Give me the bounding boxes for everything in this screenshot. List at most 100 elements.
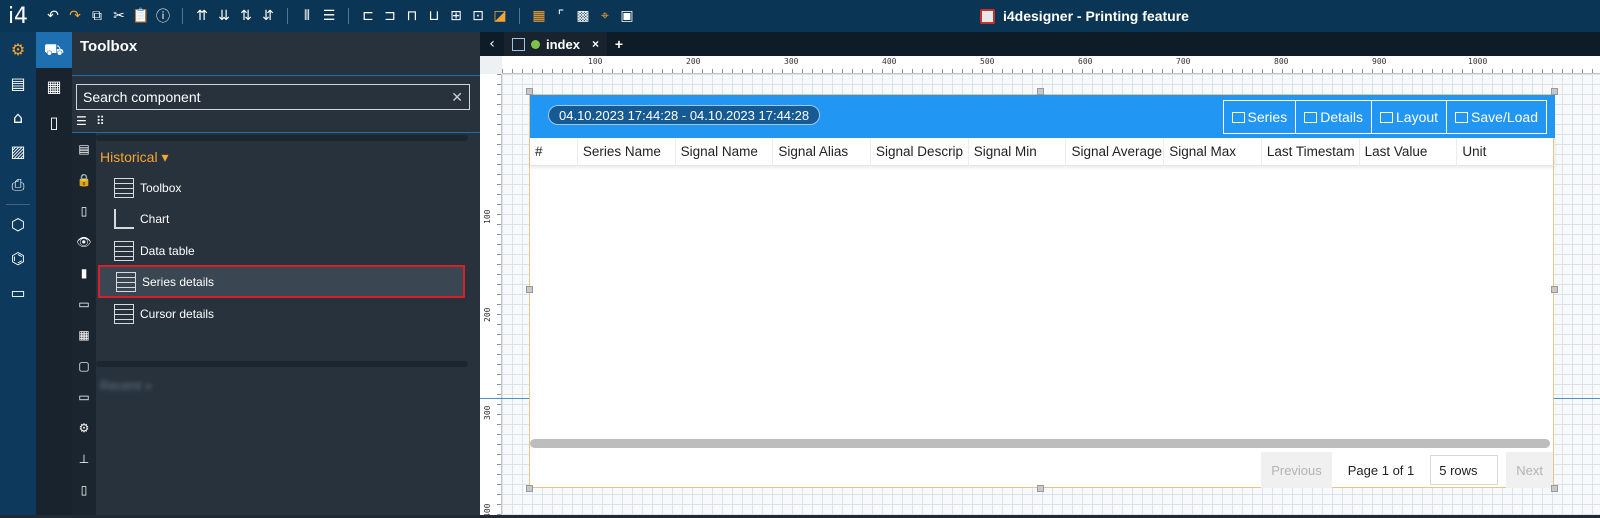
input-icon[interactable]: ▭ <box>72 381 96 412</box>
same-size-icon[interactable]: ⊡ <box>467 5 489 27</box>
document-icon[interactable]: ▯ <box>72 195 96 226</box>
column-header[interactable]: Signal Name <box>676 137 774 166</box>
nav-divider <box>6 204 30 205</box>
resize-handle[interactable] <box>1037 485 1044 492</box>
printer-icon[interactable]: ⎙ <box>0 168 36 202</box>
column-header[interactable]: Signal Descrip <box>871 137 969 166</box>
add-tab-button[interactable]: + <box>607 32 631 56</box>
toolbox-tab-icon[interactable]: ⛟ <box>36 32 72 68</box>
column-header[interactable]: Signal Max <box>1164 137 1262 166</box>
tab-index[interactable]: index × <box>504 32 607 56</box>
column-header[interactable]: # <box>530 137 578 166</box>
resize-handle[interactable] <box>526 286 533 293</box>
series-details-widget[interactable]: 04.10.2023 17:44:28 - 04.10.2023 17:44:2… <box>529 94 1556 488</box>
ruler-label: 700 <box>1176 57 1191 66</box>
cut-icon[interactable]: ✂ <box>108 5 130 27</box>
resize-handle[interactable] <box>526 88 533 95</box>
align-top-edge-icon[interactable]: ⊓ <box>401 5 423 27</box>
paste-icon[interactable]: 📋 <box>130 5 152 27</box>
report-icon[interactable]: ▮ <box>72 257 96 288</box>
previous-button[interactable]: Previous <box>1261 452 1332 488</box>
horizontal-scrollbar[interactable] <box>530 439 1550 448</box>
book-icon[interactable]: ▯ <box>36 104 72 140</box>
align-right-icon[interactable]: ⊐ <box>379 5 401 27</box>
gear-icon[interactable]: ⚙ <box>0 32 36 66</box>
align-center-icon[interactable]: ⇵ <box>257 5 279 27</box>
settings-chart-icon[interactable]: ⌬ <box>0 241 36 275</box>
archive-icon[interactable]: ▭ <box>0 275 36 309</box>
copy-icon[interactable]: ⧉ <box>86 5 108 27</box>
column-header[interactable]: Signal Alias <box>773 137 872 166</box>
date-range-badge[interactable]: 04.10.2023 17:44:28 - 04.10.2023 17:44:2… <box>548 105 821 125</box>
align-middle-icon[interactable]: ⇅ <box>235 5 257 27</box>
device-icon[interactable]: ⌂ <box>0 100 36 134</box>
ruler-label: 300 <box>784 57 799 66</box>
details-button[interactable]: Details <box>1295 100 1372 134</box>
distribute-h-icon[interactable]: ⦀ <box>296 5 318 27</box>
layout-icon[interactable]: ▦ <box>36 68 72 104</box>
column-header[interactable]: Series Name <box>578 137 676 166</box>
align-bottom-icon[interactable]: ⇊ <box>213 5 235 27</box>
resize-handle[interactable] <box>1037 88 1044 95</box>
redo-icon[interactable]: ↷ <box>64 5 86 27</box>
bring-front-icon[interactable]: ◪ <box>489 5 511 27</box>
align-left-icon[interactable]: ⊏ <box>357 5 379 27</box>
distribute-v-icon[interactable]: ☰ <box>318 5 340 27</box>
gears-icon[interactable]: ⚙ <box>72 412 96 443</box>
column-header[interactable]: Last Value <box>1360 137 1458 166</box>
list-item-data-table[interactable]: Data table <box>98 234 465 267</box>
list-item-cursor-details[interactable]: Cursor details <box>98 297 465 330</box>
grid-view-icon[interactable]: ⠿ <box>96 115 110 127</box>
close-icon[interactable]: × <box>592 37 599 51</box>
column-header[interactable]: Signal Average <box>1066 137 1165 166</box>
resize-handle[interactable] <box>1551 286 1558 293</box>
rectangle-icon[interactable]: ▭ <box>72 288 96 319</box>
battery-icon[interactable]: ▯ <box>72 474 96 505</box>
series-button[interactable]: Series <box>1222 100 1297 134</box>
ruler-label: 100 <box>588 57 603 66</box>
print-icon <box>980 8 995 24</box>
snap-icon[interactable]: ⌜ <box>550 5 572 27</box>
image-icon[interactable]: ▨ <box>0 134 36 168</box>
list-item-toolbox[interactable]: Toolbox <box>98 171 465 204</box>
category-list-icon[interactable]: ▤ <box>72 133 96 164</box>
ruler-label: 400 <box>483 503 492 518</box>
info-icon[interactable]: ⓘ <box>152 5 174 27</box>
grid-icon[interactable]: ▦ <box>528 5 550 27</box>
list-view-icon[interactable]: ☰ <box>76 115 90 127</box>
crosshair-icon[interactable]: ⌖ <box>594 5 616 27</box>
list-item-chart[interactable]: Chart <box>98 202 465 235</box>
resize-handle[interactable] <box>526 485 533 492</box>
same-width-icon[interactable]: ⊞ <box>445 5 467 27</box>
category-historical[interactable]: Historical ▾ <box>100 149 169 166</box>
rows-select[interactable]: 5 rows <box>1430 455 1499 485</box>
column-header[interactable]: Last Timestam <box>1262 137 1360 166</box>
box-icon[interactable]: ⬡ <box>0 207 36 241</box>
fit-icon[interactable]: ▣ <box>616 5 638 27</box>
clear-search-icon[interactable]: ✕ <box>451 89 463 106</box>
ruler-label: 1000 <box>1468 57 1488 66</box>
list-item-series-details[interactable]: Series details <box>98 265 465 298</box>
grid-dots-icon[interactable]: ▩ <box>572 5 594 27</box>
next-button[interactable]: Next <box>1506 452 1553 488</box>
dashboard-icon[interactable]: ▤ <box>0 66 36 100</box>
table-category-icon[interactable]: ▦ <box>72 319 96 350</box>
button-label: Details <box>1320 109 1363 125</box>
lock-icon[interactable]: 🔒 <box>72 164 96 195</box>
layout-button[interactable]: Layout <box>1371 100 1448 134</box>
search-input[interactable]: Search component ✕ <box>76 84 470 110</box>
valve-icon[interactable]: ⊥ <box>72 443 96 474</box>
align-bottom-edge-icon[interactable]: ⊔ <box>423 5 445 27</box>
eye-icon[interactable]: 👁 <box>72 226 96 257</box>
undo-icon[interactable]: ↶ <box>42 5 64 27</box>
save-load-button[interactable]: Save/Load <box>1446 100 1547 134</box>
chevron-left-icon[interactable]: ‹ <box>480 32 504 56</box>
resize-handle[interactable] <box>1551 485 1558 492</box>
column-header[interactable]: Unit <box>1457 137 1556 166</box>
category-recent[interactable]: Recent » <box>100 378 152 393</box>
window-icon[interactable]: ▢ <box>72 350 96 381</box>
resize-handle[interactable] <box>1551 88 1558 95</box>
toolbar-divider <box>348 8 349 24</box>
column-header[interactable]: Signal Min <box>969 137 1067 166</box>
align-top-icon[interactable]: ⇈ <box>191 5 213 27</box>
